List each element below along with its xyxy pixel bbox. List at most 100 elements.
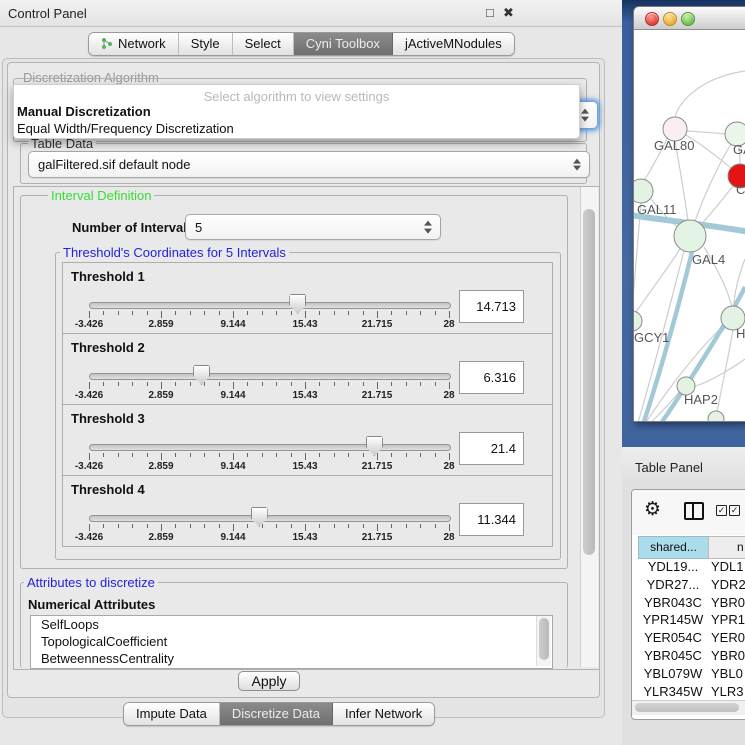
tick-mark — [233, 453, 234, 460]
tick-mark — [175, 453, 176, 457]
tick-mark — [118, 382, 119, 386]
network-node[interactable] — [634, 179, 653, 203]
tick-mark — [348, 382, 349, 386]
column-header-name[interactable]: n — [708, 536, 745, 559]
horizontal-scrollbar[interactable] — [632, 700, 745, 715]
table-row[interactable]: YDR27... YDR2 — [632, 576, 745, 594]
split-columns-icon[interactable] — [684, 502, 704, 520]
table-row[interactable]: YDL19... YDL1 — [632, 558, 745, 576]
cell-shared-name[interactable]: YBR045C — [640, 647, 706, 665]
cell-name[interactable]: YBR0 — [711, 594, 745, 612]
tab-label: Select — [245, 36, 281, 51]
select-none-checkbox-icon[interactable]: ✓ — [729, 505, 740, 516]
tick-mark — [161, 382, 162, 389]
tab-impute-data[interactable]: Impute Data — [124, 703, 220, 725]
scrollbar-thumb[interactable] — [583, 209, 595, 555]
scrollbar-thumb[interactable] — [539, 618, 549, 660]
network-view-window: GAL80GACGAL11GAL4GCY1HHAP2 — [633, 6, 745, 422]
cell-name[interactable]: YBL0 — [711, 665, 743, 683]
network-node[interactable] — [708, 411, 724, 421]
tab-cyni-toolbox[interactable]: Cyni Toolbox — [294, 33, 393, 55]
slider-track[interactable] — [89, 444, 451, 451]
tick-mark — [291, 311, 292, 315]
tick-label: -3.426 — [75, 532, 103, 543]
minimize-traffic-light[interactable] — [663, 12, 677, 26]
threshold-value-field[interactable]: 6.316 — [459, 361, 524, 394]
attribute-list-item[interactable]: TopologicalCoefficient — [31, 633, 552, 650]
cell-shared-name[interactable]: YLR345W — [640, 683, 706, 701]
apply-button[interactable]: Apply — [238, 671, 300, 691]
network-edge[interactable] — [687, 131, 725, 134]
tick-mark — [219, 453, 220, 457]
top-tab-bar: Network Style Select Cyni Toolbox jActiv… — [88, 32, 515, 56]
threshold-value-field[interactable]: 11.344 — [459, 503, 524, 536]
network-graph[interactable]: GAL80GACGAL11GAL4GCY1HHAP2 — [634, 29, 745, 421]
gear-icon[interactable]: ⚙ — [644, 498, 661, 521]
cell-shared-name[interactable]: YDR27... — [640, 576, 706, 594]
network-node[interactable] — [634, 311, 642, 331]
network-edge[interactable] — [634, 249, 680, 315]
float-window-icon[interactable]: □ — [486, 5, 494, 20]
num-intervals-label: Number of Intervals — [72, 220, 194, 235]
dropdown-option-equal-width[interactable]: Equal Width/Frequency Discretization — [17, 121, 234, 136]
tick-label: 9.144 — [220, 461, 245, 472]
numerical-attributes-list[interactable]: SelfLoopsTopologicalCoefficientBetweenne… — [30, 615, 553, 669]
network-edge[interactable] — [675, 141, 688, 221]
network-edge[interactable] — [695, 144, 731, 221]
network-window-titlebar[interactable] — [634, 7, 745, 30]
cell-shared-name[interactable]: YPR145W — [640, 611, 706, 629]
select-all-checkbox-icon[interactable]: ✓ — [716, 505, 727, 516]
tick-mark — [247, 382, 248, 386]
table-row[interactable]: YBL079W YBL0 — [632, 665, 745, 683]
network-node-label: C — [736, 182, 745, 197]
num-intervals-combobox[interactable]: 5 — [185, 214, 441, 240]
threshold-value-field[interactable]: 14.713 — [459, 290, 524, 323]
tick-mark — [103, 453, 104, 457]
table-row[interactable]: YER054C YER0 — [632, 629, 745, 647]
cell-name[interactable]: YDR2 — [711, 576, 745, 594]
tab-select[interactable]: Select — [233, 33, 294, 55]
cell-shared-name[interactable]: YBL079W — [640, 665, 706, 683]
network-node[interactable] — [674, 220, 706, 252]
slider-track[interactable] — [89, 515, 451, 522]
table-row[interactable]: YLR345W YLR3 — [632, 683, 745, 701]
close-traffic-light[interactable] — [645, 12, 659, 26]
column-header-shared-name[interactable]: shared... — [638, 536, 709, 559]
table-row[interactable]: YPR145W YPR1 — [632, 611, 745, 629]
tick-mark — [190, 311, 191, 315]
attributes-list-scrollbar[interactable] — [536, 616, 551, 666]
network-edge[interactable] — [700, 186, 733, 226]
cell-name[interactable]: YBR0 — [711, 647, 745, 665]
tick-mark — [233, 311, 234, 318]
cell-name[interactable]: YER0 — [711, 629, 745, 647]
dropdown-option-manual[interactable]: Manual Discretization — [17, 104, 151, 119]
tick-mark — [363, 453, 364, 457]
slider-track[interactable] — [89, 302, 451, 309]
tick-label: 28 — [443, 532, 454, 543]
table-row[interactable]: YBR045C YBR0 — [632, 647, 745, 665]
cell-name[interactable]: YDL1 — [711, 558, 744, 576]
network-edge[interactable] — [717, 330, 733, 412]
attribute-list-item[interactable]: BetweennessCentrality — [31, 650, 552, 667]
tab-jactivemnodules[interactable]: jActiveMNodules — [393, 33, 514, 55]
zoom-traffic-light[interactable] — [681, 12, 695, 26]
cell-shared-name[interactable]: YDL19... — [640, 558, 706, 576]
close-icon[interactable]: ✖ — [503, 5, 514, 21]
tab-discretize-data[interactable]: Discretize Data — [220, 703, 333, 725]
cell-shared-name[interactable]: YER054C — [640, 629, 706, 647]
threshold-value-field[interactable]: 21.4 — [459, 432, 524, 465]
cell-name[interactable]: YLR3 — [711, 683, 744, 701]
scrollbar-thumb[interactable] — [635, 703, 739, 712]
slider-track[interactable] — [89, 373, 451, 380]
attribute-list-item[interactable]: SelfLoops — [31, 616, 552, 633]
tab-infer-network[interactable]: Infer Network — [333, 703, 434, 725]
tab-style[interactable]: Style — [179, 33, 233, 55]
vertical-scrollbar[interactable] — [580, 187, 598, 667]
tick-label: 2.859 — [148, 390, 173, 401]
table-row[interactable]: YBR043C YBR0 — [632, 594, 745, 612]
cell-shared-name[interactable]: YBR043C — [640, 594, 706, 612]
tab-network[interactable]: Network — [89, 33, 179, 55]
network-edge[interactable] — [675, 71, 745, 117]
cell-name[interactable]: YPR1 — [711, 611, 745, 629]
table-data-combobox[interactable]: galFiltered.sif default node — [28, 151, 590, 178]
